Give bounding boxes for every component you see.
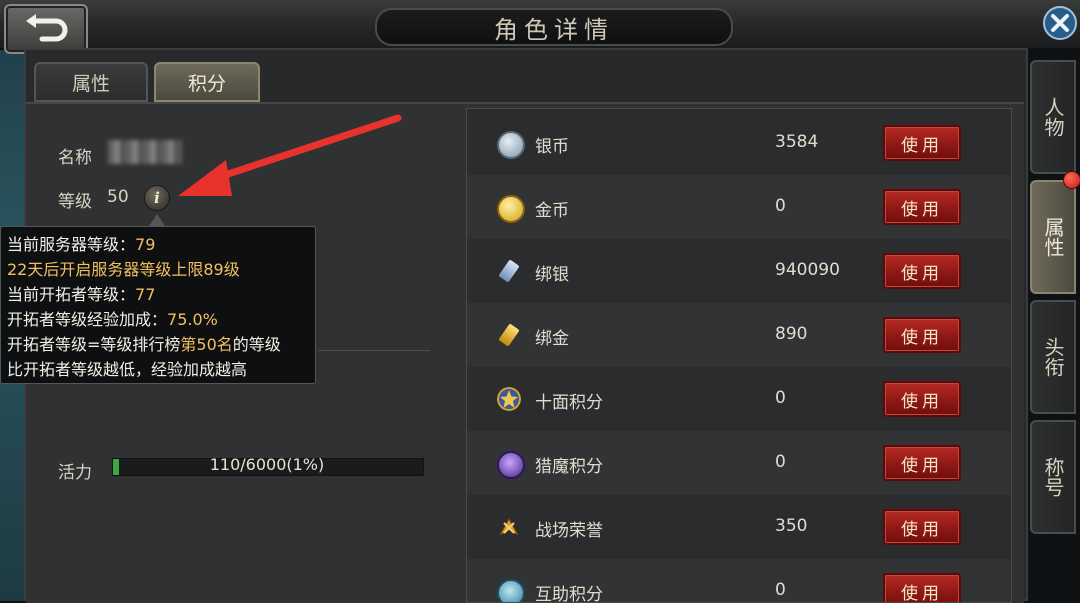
currency-value: 940090	[775, 260, 840, 280]
use-button[interactable]: 使用	[883, 125, 961, 161]
name-label: 名称	[58, 148, 92, 168]
currency-name: 互助积分	[535, 585, 603, 603]
bound-silver-icon	[498, 259, 520, 283]
list-item: 银币 3584 使用	[467, 111, 1011, 175]
silver-coin-icon	[497, 131, 525, 159]
battle-honor-icon	[498, 517, 520, 537]
ten-sided-star-icon	[497, 387, 521, 411]
server-level-cap: 89级	[203, 260, 240, 279]
vitality-value: 110/6000(1%)	[209, 455, 325, 474]
divider	[318, 350, 430, 351]
tooltip-text: 22天后开启服务器等级上限	[7, 260, 204, 279]
tab-attributes[interactable]: 属性	[34, 62, 148, 102]
use-button[interactable]: 使用	[883, 317, 961, 353]
tab-points[interactable]: 积分	[154, 62, 260, 102]
use-button[interactable]: 使用	[883, 509, 961, 545]
use-button[interactable]: 使用	[883, 189, 961, 225]
tooltip-text: 开拓者等级经验加成：	[7, 310, 168, 329]
side-tab-label: 称号	[1041, 457, 1065, 497]
list-item: 绑金 890 使用	[467, 303, 1011, 367]
list-item: 十面积分 0 使用	[467, 367, 1011, 431]
level-value: 50	[107, 187, 129, 207]
side-tab-character[interactable]: 人物	[1030, 60, 1076, 174]
server-level-value: 79	[135, 235, 156, 254]
demon-hunt-icon	[497, 451, 525, 479]
currency-name: 猎魔积分	[535, 457, 603, 477]
currency-value: 0	[775, 580, 786, 600]
rank-highlight: 第50名	[180, 335, 233, 354]
currency-name: 十面积分	[535, 393, 603, 413]
mutual-aid-icon	[497, 579, 525, 602]
tooltip-text: 开拓者等级=等级排行榜	[7, 335, 181, 354]
pioneer-level-value: 77	[135, 285, 156, 304]
currency-value: 0	[775, 452, 786, 472]
currency-value: 0	[775, 388, 786, 408]
side-tab-label: 头衔	[1041, 337, 1065, 377]
info-icon[interactable]: i	[144, 185, 170, 211]
use-button[interactable]: 使用	[883, 381, 961, 417]
tooltip-line: 比开拓者等级越低，经验加成越高	[7, 357, 309, 382]
currency-name: 绑金	[535, 329, 569, 349]
page-title: 角色详情	[375, 8, 733, 46]
back-button[interactable]	[4, 4, 88, 54]
use-button[interactable]: 使用	[883, 253, 961, 289]
tooltip-text: 的等级	[232, 335, 281, 354]
annotation-arrow-icon	[178, 114, 402, 196]
side-tab-attributes[interactable]: 属性	[1030, 180, 1076, 294]
currency-value: 350	[775, 516, 808, 536]
currency-name: 战场荣誉	[535, 521, 603, 541]
currency-value: 0	[775, 196, 786, 216]
tooltip-line: 当前开拓者等级：77	[7, 282, 309, 307]
tooltip-line: 当前服务器等级：79	[7, 232, 309, 257]
currency-value: 890	[775, 324, 808, 344]
side-tab-titles[interactable]: 称号	[1030, 420, 1076, 534]
list-item: 金币 0 使用	[467, 175, 1011, 239]
currency-value: 3584	[775, 132, 819, 152]
list-item: 猎魔积分 0 使用	[467, 431, 1011, 495]
tooltip-text: 比开拓者等级越低，经验加成越高	[7, 360, 248, 379]
level-label: 等级	[58, 192, 92, 212]
side-tab-label: 人物	[1041, 97, 1065, 137]
tooltip-line: 开拓者等级=等级排行榜第50名的等级	[7, 332, 309, 357]
list-item: 互助积分 0 使用	[467, 559, 1011, 603]
gold-coin-icon	[497, 195, 525, 223]
tooltip-line: 22天后开启服务器等级上限89级	[7, 257, 309, 282]
tooltip-pointer	[149, 214, 165, 226]
vitality-label: 活力	[58, 463, 92, 483]
exp-bonus-value: 75.0%	[167, 310, 218, 329]
currency-name: 银币	[535, 137, 569, 157]
close-button[interactable]	[1040, 2, 1080, 44]
use-button[interactable]: 使用	[883, 573, 961, 602]
server-level-tooltip: 当前服务器等级：79 22天后开启服务器等级上限89级 当前开拓者等级：77 开…	[0, 226, 316, 384]
use-button[interactable]: 使用	[883, 445, 961, 481]
tooltip-line: 开拓者等级经验加成：75.0%	[7, 307, 309, 332]
side-tab-rank[interactable]: 头衔	[1030, 300, 1076, 414]
close-icon	[1043, 6, 1077, 40]
tooltip-text: 当前开拓者等级：	[7, 285, 136, 304]
currency-list[interactable]: 银币 3584 使用 金币 0 使用 绑银 940090 使用 绑金 890 使…	[466, 108, 1012, 603]
tooltip-text: 当前服务器等级：	[7, 235, 136, 254]
title-bar: 角色详情	[0, 0, 1080, 54]
bound-gold-icon	[498, 323, 520, 347]
back-arrow-icon	[26, 14, 68, 42]
notification-dot	[1063, 171, 1080, 189]
list-item: 绑银 940090 使用	[467, 239, 1011, 303]
list-item: 战场荣誉 350 使用	[467, 495, 1011, 559]
currency-name: 绑银	[535, 265, 569, 285]
side-tab-label: 属性	[1041, 217, 1065, 257]
currency-name: 金币	[535, 201, 569, 221]
